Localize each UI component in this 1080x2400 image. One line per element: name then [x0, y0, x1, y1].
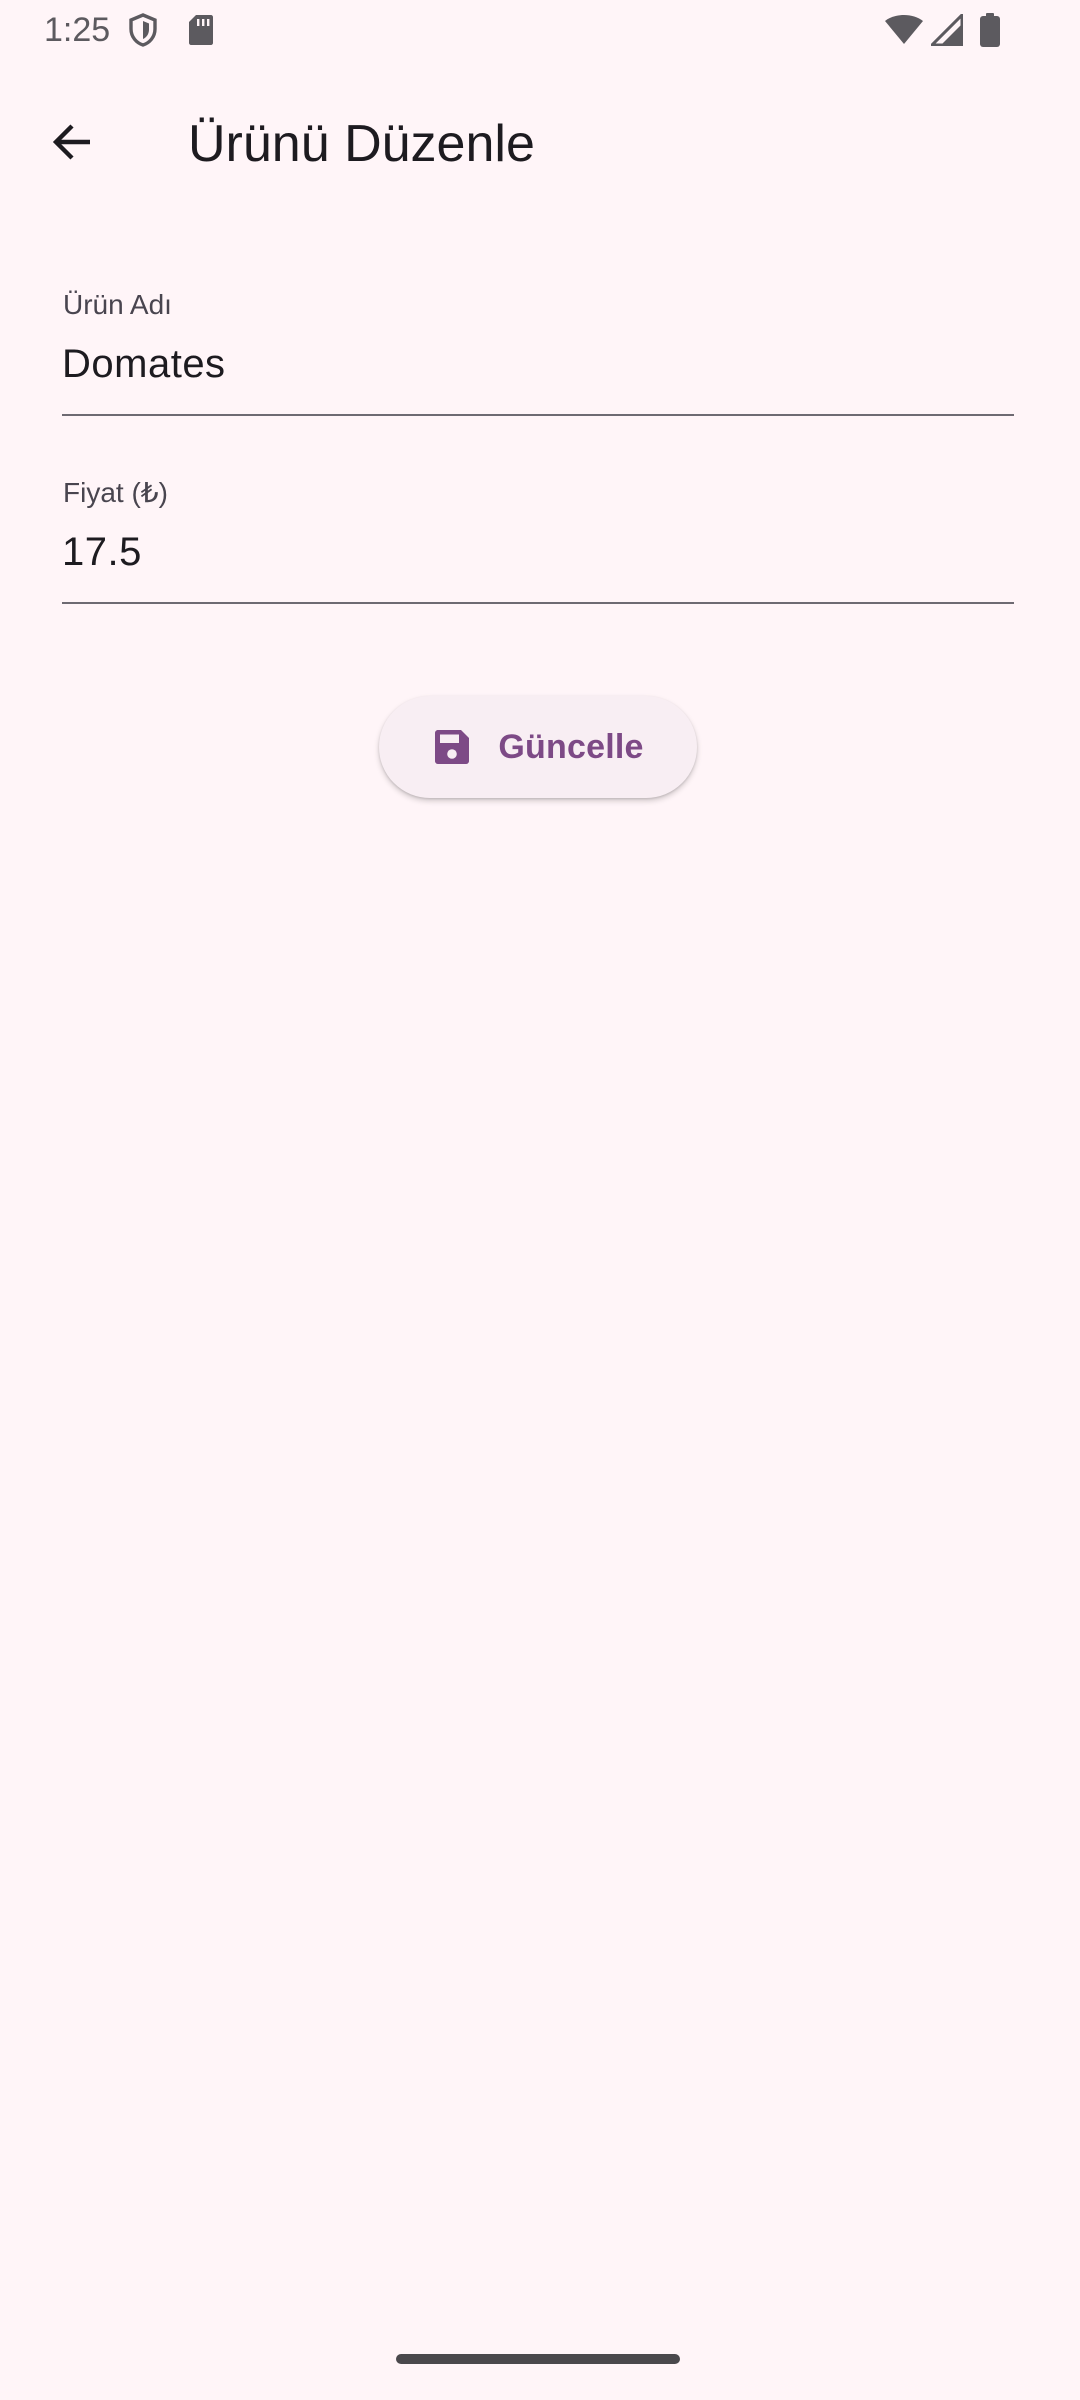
gesture-nav-bar[interactable] — [396, 2354, 680, 2364]
app-bar: Ürünü Düzenle — [0, 64, 1080, 204]
save-icon — [432, 727, 472, 767]
wifi-icon — [884, 12, 924, 48]
shield-icon — [126, 12, 160, 48]
page-title: Ürünü Düzenle — [188, 115, 535, 173]
signal-icon — [930, 12, 964, 48]
update-button[interactable]: Güncelle — [379, 696, 697, 798]
price-input[interactable] — [62, 522, 1014, 582]
product-name-field[interactable]: Ürün Adı — [62, 272, 1014, 416]
price-field[interactable]: Fiyat (₺) — [62, 460, 1014, 604]
product-name-underline — [62, 414, 1014, 416]
price-underline — [62, 602, 1014, 604]
status-bar: 1:25 — [0, 0, 1080, 64]
product-name-label: Ürün Adı — [63, 289, 172, 320]
sd-card-icon — [186, 12, 216, 48]
product-name-input[interactable] — [62, 334, 1014, 394]
back-button[interactable] — [30, 102, 114, 186]
arrow-back-icon — [48, 118, 96, 171]
update-button-label: Güncelle — [498, 727, 644, 766]
price-label: Fiyat (₺) — [63, 477, 168, 508]
status-time: 1:25 — [44, 11, 111, 49]
battery-icon — [978, 12, 1002, 48]
